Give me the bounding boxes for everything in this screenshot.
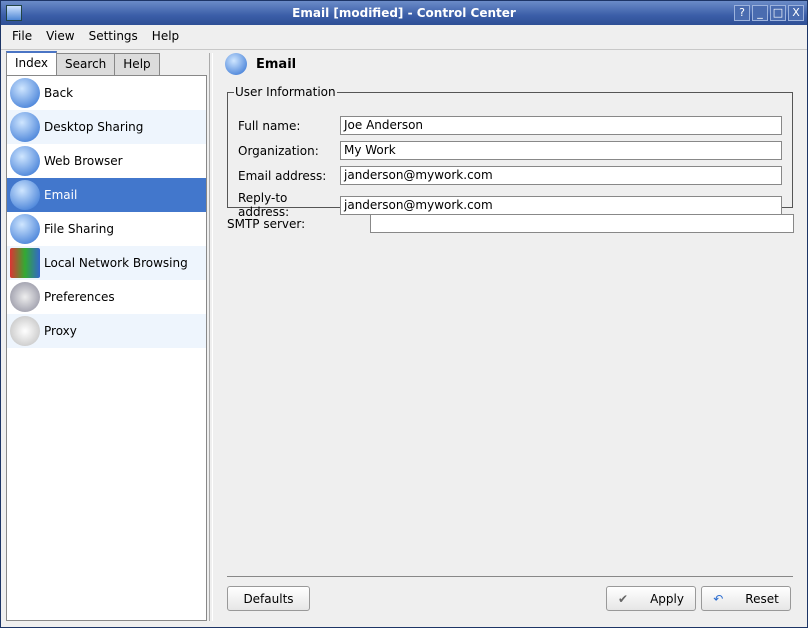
- minimize-button[interactable]: _: [752, 5, 768, 21]
- undo-icon: ↶: [713, 591, 724, 606]
- user-information-group: User Information Full name: Joe Anderson …: [227, 85, 793, 219]
- email-icon: [10, 180, 40, 210]
- full-name-input[interactable]: Joe Anderson: [340, 116, 782, 135]
- item-label: Email: [44, 188, 78, 202]
- sidebar-item-email[interactable]: Email: [7, 178, 206, 212]
- item-label: File Sharing: [44, 222, 114, 236]
- item-label: Preferences: [44, 290, 115, 304]
- menu-settings[interactable]: Settings: [82, 26, 145, 48]
- proxy-icon: [10, 316, 40, 346]
- group-title: User Information: [235, 85, 336, 99]
- help-button[interactable]: ?: [734, 5, 750, 21]
- network-browsing-icon: [10, 248, 40, 278]
- tab-search[interactable]: Search: [56, 53, 116, 75]
- preferences-icon: [10, 282, 40, 312]
- file-sharing-icon: [10, 214, 40, 244]
- sidebar-item-web-browser[interactable]: Web Browser: [7, 144, 206, 178]
- email-icon: [225, 53, 247, 75]
- sidebar-item-preferences[interactable]: Preferences: [7, 280, 206, 314]
- divider: [227, 576, 793, 577]
- menu-help[interactable]: Help: [145, 26, 186, 48]
- splitter-handle[interactable]: [209, 53, 213, 621]
- sidebar-item-back[interactable]: Back: [7, 76, 206, 110]
- smtp-server-input[interactable]: [370, 214, 794, 233]
- divider: [1, 49, 807, 50]
- reset-label: Reset: [745, 591, 779, 606]
- tab-index[interactable]: Index: [6, 51, 58, 75]
- title-bar[interactable]: Email [modified] - Control Center ? _ □ …: [1, 1, 807, 25]
- menu-file[interactable]: File: [5, 26, 39, 48]
- back-arrow-icon: [10, 78, 40, 108]
- defaults-button[interactable]: Defaults: [227, 586, 310, 611]
- item-label: Back: [44, 86, 74, 100]
- reset-button[interactable]: ↶ Reset: [701, 586, 791, 611]
- control-center-window: Email [modified] - Control Center ? _ □ …: [0, 0, 808, 628]
- item-label: Desktop Sharing: [44, 120, 144, 134]
- checkmark-icon: ✔: [618, 591, 629, 606]
- organization-label: Organization:: [238, 143, 319, 158]
- sidebar-item-file-sharing[interactable]: File Sharing: [7, 212, 206, 246]
- apply-label: Apply: [650, 591, 684, 606]
- close-button[interactable]: X: [788, 5, 804, 21]
- tab-help[interactable]: Help: [114, 53, 160, 75]
- app-icon: [6, 5, 22, 21]
- organization-input[interactable]: My Work: [340, 141, 782, 160]
- email-address-input[interactable]: janderson@mywork.com: [340, 166, 782, 185]
- page-title: Email: [256, 56, 297, 72]
- desktop-sharing-icon: [10, 112, 40, 142]
- window-title: Email [modified] - Control Center: [292, 6, 516, 20]
- apply-button[interactable]: ✔ Apply: [606, 586, 696, 611]
- maximize-button[interactable]: □: [770, 5, 786, 21]
- menu-bar: File View Settings Help: [1, 26, 186, 48]
- menu-view[interactable]: View: [39, 26, 81, 48]
- reply-to-input[interactable]: janderson@mywork.com: [340, 195, 782, 215]
- sidebar-item-desktop-sharing[interactable]: Desktop Sharing: [7, 110, 206, 144]
- email-address-label: Email address:: [238, 168, 327, 183]
- item-label: Proxy: [44, 324, 77, 338]
- item-label: Web Browser: [44, 154, 123, 168]
- full-name-label: Full name:: [238, 118, 301, 133]
- smtp-server-label: SMTP server:: [227, 216, 306, 231]
- item-label: Local Network Browsing: [44, 256, 188, 270]
- module-list: Back Desktop Sharing Web Browser Email F…: [6, 75, 207, 621]
- sidebar-item-local-network-browsing[interactable]: Local Network Browsing: [7, 246, 206, 280]
- web-browser-icon: [10, 146, 40, 176]
- sidebar-item-proxy[interactable]: Proxy: [7, 314, 206, 348]
